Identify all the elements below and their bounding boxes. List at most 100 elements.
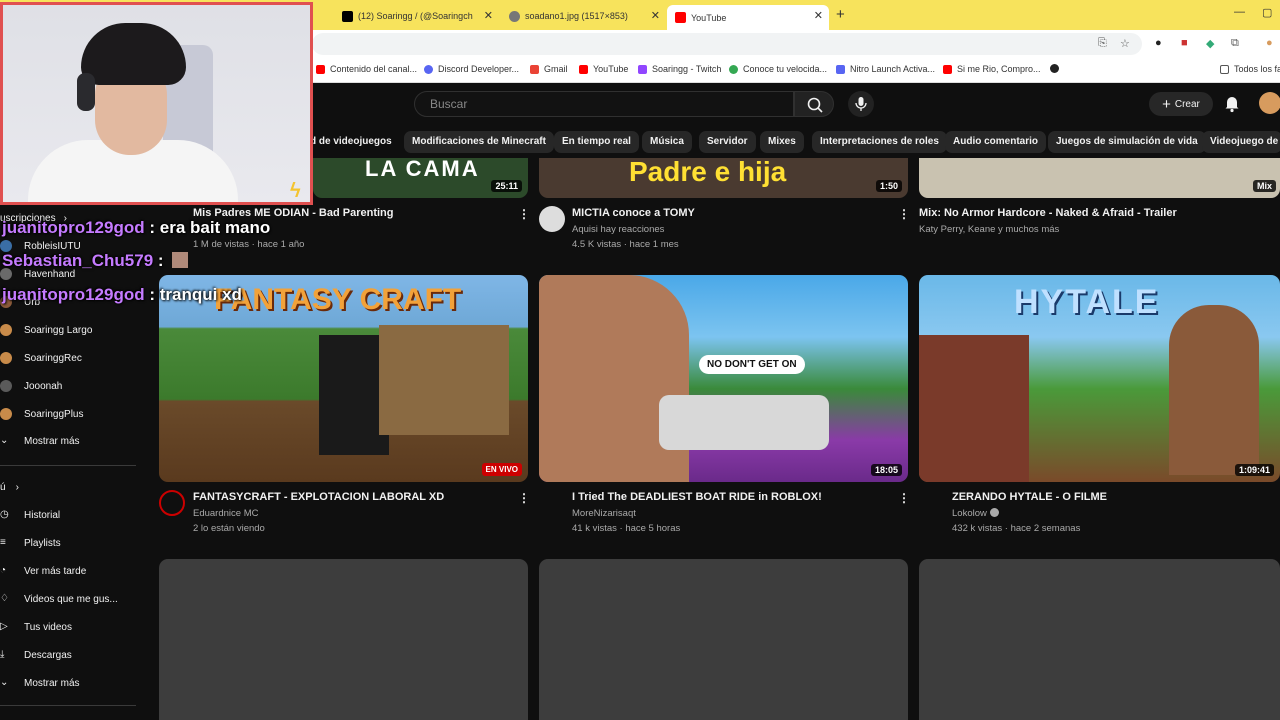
plus-icon: + <box>1162 95 1171 113</box>
extension-icon[interactable]: ■ <box>1181 37 1188 49</box>
profile-icon[interactable]: ● <box>1266 37 1273 49</box>
bookmark-icon <box>424 64 433 74</box>
bookmark-item[interactable]: Nitro Launch Activa... <box>836 64 935 74</box>
voice-search-button[interactable] <box>848 91 874 117</box>
all-bookmarks[interactable]: Todos los fa <box>1220 64 1280 74</box>
tab-title: soadano1.jpg (1517×853) <box>525 11 628 21</box>
sidebar-channel[interactable]: Jooonah <box>0 376 62 396</box>
bookmark-item[interactable]: Conoce tu velocida... <box>729 64 827 74</box>
speech-bubble: NO DON'T GET ON <box>699 355 805 374</box>
video-title[interactable]: Mix: No Armor Hardcore - Naked & Afraid … <box>919 207 1177 219</box>
chip[interactable]: Música <box>642 131 692 153</box>
youtube-icon <box>943 64 952 74</box>
video-title[interactable]: FANTASYCRAFT - EXPLOTACION LABORAL XD <box>193 491 444 503</box>
create-button[interactable]: + Crear <box>1149 92 1213 116</box>
sidebar-item-history[interactable]: ◷ Historial <box>0 505 60 525</box>
search-icon <box>807 97 823 113</box>
bookmark-item[interactable]: Contenido del canal... <box>316 64 417 74</box>
video-title[interactable]: I Tried The DEADLIEST BOAT RIDE in ROBLO… <box>572 491 822 503</box>
close-icon[interactable]: ✕ <box>814 9 823 22</box>
search-input[interactable]: Buscar <box>414 91 794 117</box>
bookmark-item[interactable]: Si me Rio, Compro... <box>943 64 1041 74</box>
chip[interactable]: Interpretaciones de roles <box>812 131 947 153</box>
video-thumbnail[interactable]: HYTALE 1:09:41 <box>919 275 1280 482</box>
channel-name[interactable]: MoreNizarisaqt <box>572 508 636 519</box>
more-options-icon[interactable]: ⋮ <box>518 207 530 221</box>
close-icon[interactable]: ✕ <box>651 9 660 22</box>
sidebar-channel[interactable]: SoaringgPlus <box>0 404 83 424</box>
video-thumbnail[interactable]: Padre e hija 1:50 <box>539 158 908 198</box>
mix-channels: Katy Perry, Keane y muchos más <box>919 224 1060 235</box>
sidebar-channel[interactable]: SoaringgRec <box>0 348 82 368</box>
chat-username: juanitopro129god <box>2 285 145 304</box>
bookmark-icon <box>316 64 325 74</box>
channel-avatar[interactable] <box>539 206 565 232</box>
house-shape <box>379 325 509 435</box>
sidebar-item-downloads[interactable]: ⤓ Descargas <box>0 645 72 665</box>
thumbnail-text: FANTASY CRAFT <box>214 283 462 316</box>
mic-icon <box>855 97 867 111</box>
you-header[interactable]: ú › <box>0 477 19 497</box>
emote-icon <box>172 252 189 268</box>
more-options-icon[interactable]: ⋮ <box>898 207 910 221</box>
chip[interactable]: Juegos de simulación de vida <box>1048 131 1206 153</box>
channel-avatar-live[interactable] <box>159 490 185 516</box>
sidebar-item-playlists[interactable]: ≡ Playlists <box>0 533 61 553</box>
account-avatar[interactable] <box>1259 92 1280 114</box>
chip[interactable]: Audio comentario <box>945 131 1047 153</box>
chip[interactable]: Mixes <box>760 131 804 153</box>
bookmark-item[interactable]: YouTube <box>579 64 628 74</box>
close-icon[interactable]: ✕ <box>484 9 493 22</box>
video-thumbnail[interactable]: LA CAMA 25:11 <box>313 158 528 198</box>
star-icon[interactable]: ☆ <box>1120 37 1130 50</box>
sidebar-item-your-videos[interactable]: ▷ Tus videos <box>0 617 72 637</box>
video-thumbnail[interactable]: NO DON'T GET ON 18:05 <box>539 275 908 482</box>
new-tab-button[interactable]: + <box>836 6 845 23</box>
sidebar-channel[interactable]: Soaringg Largo <box>0 320 92 340</box>
extension-icon[interactable]: ● <box>1155 37 1162 49</box>
video-title[interactable]: ZERANDO HYTALE - O FILME <box>952 491 1107 503</box>
video-title[interactable]: MICTIA conoce a TOMY <box>572 207 695 219</box>
install-icon[interactable]: ⎘ <box>1098 37 1107 50</box>
chip[interactable]: Modificaciones de Minecraft <box>404 131 554 153</box>
video-thumbnail[interactable]: FANTASY CRAFT EN VIVO <box>159 275 528 482</box>
show-more-button[interactable]: ⌄ Mostrar más <box>0 431 80 451</box>
chip[interactable]: En tiempo real <box>554 131 639 153</box>
tab-twitter[interactable]: (12) Soaringg / (@Soaringch ✕ <box>334 5 499 27</box>
bookmark-item[interactable] <box>1050 64 1064 73</box>
show-more-button[interactable]: ⌄ Mostrar más <box>0 673 80 693</box>
tab-youtube[interactable]: YouTube ✕ <box>667 5 829 30</box>
channel-avatar <box>0 324 12 336</box>
channel-name[interactable]: Lokolow <box>952 508 999 519</box>
channel-name[interactable]: Eduardnice MC <box>193 508 258 519</box>
video-thumbnail[interactable]: Mix <box>919 158 1280 198</box>
category-chips: d de videojuegos Modificaciones de Minec… <box>300 126 1280 158</box>
extension-icon[interactable]: ◆ <box>1206 37 1214 50</box>
puzzle-icon[interactable]: ⧉ <box>1231 37 1239 50</box>
mix-badge: Mix <box>1252 180 1276 192</box>
youtube-icon <box>675 12 686 23</box>
bookmark-item[interactable]: Gmail <box>530 64 568 74</box>
maximize-icon[interactable]: ▢ <box>1262 6 1272 19</box>
playlist-icon: ≡ <box>0 537 6 548</box>
search-button[interactable] <box>794 91 834 117</box>
divider <box>0 465 136 466</box>
chip[interactable]: Videojuego de <box>1202 131 1280 153</box>
tab-image[interactable]: soadano1.jpg (1517×853) ✕ <box>501 5 666 27</box>
more-options-icon[interactable]: ⋮ <box>518 491 530 505</box>
bookmark-item[interactable]: Discord Developer... <box>424 64 519 74</box>
minimize-icon[interactable]: — <box>1234 6 1245 18</box>
discord-icon <box>836 64 845 74</box>
sidebar-item-liked[interactable]: ♢ Videos que me gus... <box>0 589 118 609</box>
notifications-bell-icon[interactable] <box>1222 93 1242 113</box>
more-options-icon[interactable]: ⋮ <box>898 491 910 505</box>
chip[interactable]: Servidor <box>699 131 756 153</box>
bookmark-item[interactable]: Soaringg - Twitch <box>638 64 721 74</box>
channel-name[interactable]: Aquisi hay reacciones <box>572 224 664 235</box>
speed-icon <box>729 64 738 74</box>
sidebar-item-watch-later[interactable]: ◔ Ver más tarde <box>0 561 86 581</box>
x-icon <box>342 10 353 22</box>
omnibox[interactable] <box>312 33 1142 55</box>
chip[interactable]: d de videojuegos <box>302 131 400 153</box>
live-badge: EN VIVO <box>481 463 522 476</box>
